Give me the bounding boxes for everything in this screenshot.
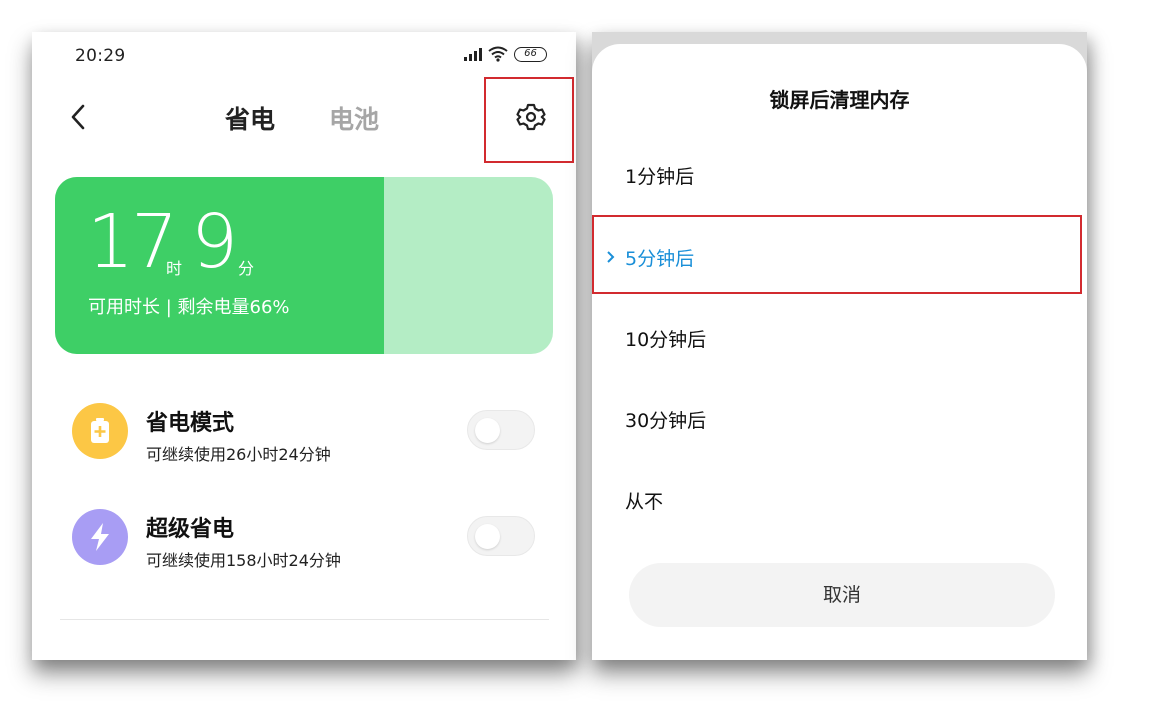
bottom-sheet: 锁屏后清理内存 1分钟后 5分钟后 10分钟后 30分钟后 从不 取消	[592, 44, 1087, 660]
wifi-icon	[488, 46, 508, 62]
remaining-hours: 17	[87, 199, 178, 285]
toggle-knob	[475, 418, 500, 443]
toggle-knob	[475, 524, 500, 549]
dialog-title: 锁屏后清理内存	[769, 88, 910, 112]
cancel-button[interactable]: 取消	[629, 563, 1055, 627]
option-never[interactable]: 从不	[625, 487, 663, 514]
divider	[60, 619, 549, 620]
battery-card: 17 时 9 分 可用时长 | 剩余电量66%	[55, 177, 553, 354]
option-1-minute[interactable]: 1分钟后	[625, 162, 694, 189]
battery-saver-screen: 20:29 66 省电 电池 17 时 9 分 可用时长 | 剩余电量66% 省…	[32, 32, 576, 660]
option-10-minutes[interactable]: 10分钟后	[625, 325, 706, 352]
option-30-minutes[interactable]: 30分钟后	[625, 406, 706, 433]
signal-icon	[464, 47, 482, 61]
hours-unit: 时	[166, 259, 183, 278]
mode-subtitle: 可继续使用26小时24分钟	[146, 445, 331, 464]
status-icons: 66	[464, 46, 547, 62]
mode-subtitle: 可继续使用158小时24分钟	[146, 551, 341, 570]
gear-highlight-box	[484, 77, 574, 163]
lightning-icon	[72, 509, 128, 565]
tab-battery[interactable]: 电池	[329, 100, 379, 136]
ultra-power-saving-row[interactable]: 超级省电 可继续使用158小时24分钟	[72, 509, 536, 571]
back-arrow-icon[interactable]	[66, 102, 90, 132]
tab-power-saving[interactable]: 省电	[225, 100, 275, 136]
battery-plus-icon	[72, 403, 128, 459]
mode-title: 省电模式	[146, 411, 235, 436]
battery-status-icon: 66	[514, 46, 547, 62]
ultra-power-saving-toggle[interactable]	[467, 516, 535, 556]
memory-clean-dialog-screen: 锁屏后清理内存 1分钟后 5分钟后 10分钟后 30分钟后 从不 取消	[592, 32, 1087, 660]
remaining-minutes: 9	[191, 199, 239, 285]
minutes-unit: 分	[238, 259, 255, 278]
power-saving-toggle[interactable]	[467, 410, 535, 450]
selected-option-highlight-box	[592, 215, 1082, 294]
mode-title: 超级省电	[146, 517, 235, 542]
status-time: 20:29	[75, 46, 126, 66]
power-saving-mode-row[interactable]: 省电模式 可继续使用26小时24分钟	[72, 403, 536, 465]
battery-caption: 可用时长 | 剩余电量66%	[88, 297, 290, 318]
